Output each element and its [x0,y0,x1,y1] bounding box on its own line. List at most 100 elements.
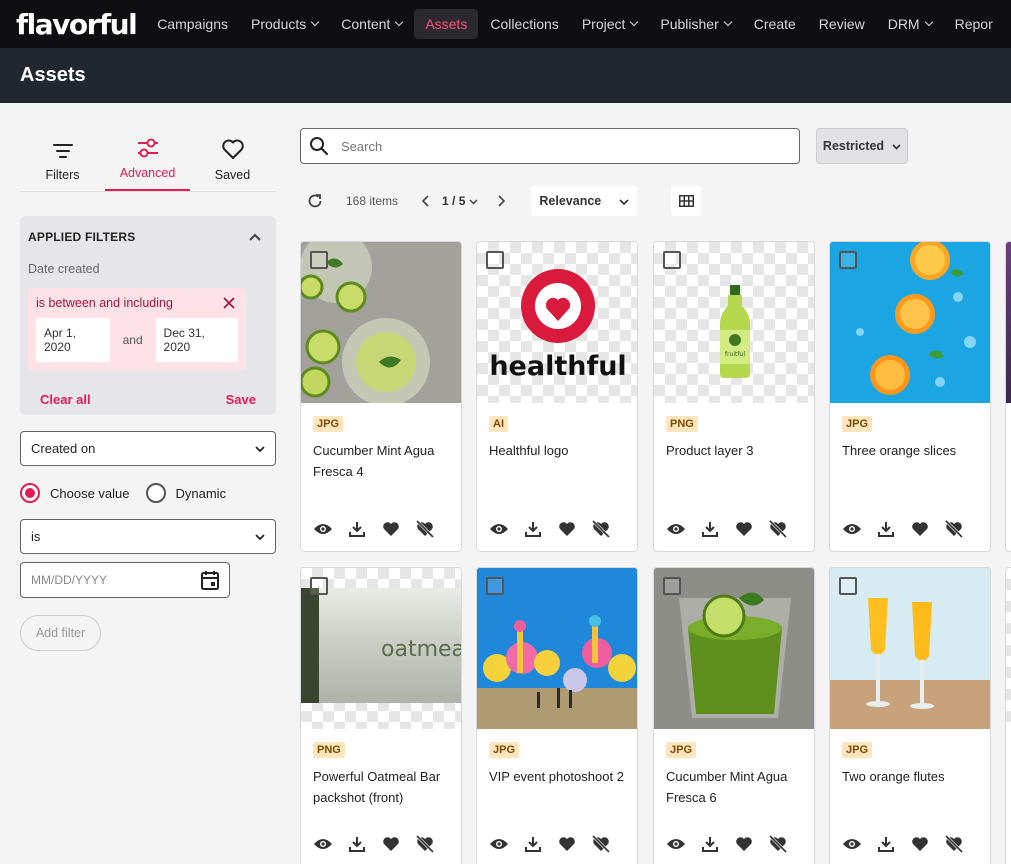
asset-card[interactable]: JPG VIP event photoshoot 2 [476,567,638,864]
favorite-heart-icon[interactable] [557,519,577,539]
grid-view-toggle[interactable] [671,186,702,216]
asset-title[interactable]: Cucumber Mint Agua Fresca 6 [666,766,806,808]
asset-title[interactable]: Healthful logo [489,440,629,461]
chevron-up-icon[interactable] [248,232,262,242]
asset-card[interactable]: JPG Cucumber Mint Agua Fresca 6 [653,567,815,864]
asset-title[interactable]: VIP event photoshoot 2 [489,766,629,787]
nav-item-project[interactable]: Project [571,9,649,39]
filter-to-date[interactable]: Dec 31, 2020 [155,318,238,362]
radio-choose-value[interactable] [20,483,40,503]
asset-card[interactable]: JPG Two orange flutes [829,567,991,864]
asset-title[interactable]: Three orange slices [842,440,982,461]
asset-card[interactable]: oatmea PNG Powerful Oatmeal Bar packshot… [300,567,462,864]
select-checkbox[interactable] [839,577,857,595]
preview-icon[interactable] [313,519,333,539]
favorite-heart-icon[interactable] [910,519,930,539]
nav-item-collections[interactable]: Collections [479,9,569,39]
asset-title[interactable]: Cucumber Mint Agua Fresca 4 [313,440,453,482]
tab-advanced[interactable]: Advanced [105,128,190,191]
dislike-heart-icon[interactable] [944,834,964,854]
select-checkbox[interactable] [839,251,857,269]
nav-item-campaigns[interactable]: Campaigns [146,9,239,39]
asset-card[interactable]: fruitful PNG Product layer 3 [653,241,815,552]
download-icon[interactable] [700,519,720,539]
dislike-heart-icon[interactable] [768,834,788,854]
asset-thumbnail[interactable] [1006,242,1011,403]
download-icon[interactable] [347,834,367,854]
nav-item-publisher[interactable]: Publisher [649,9,741,39]
asset-title[interactable]: Product layer 3 [666,440,806,461]
asset-card-partial[interactable] [1005,241,1011,552]
preview-icon[interactable] [666,834,686,854]
asset-card[interactable]: JPG Cucumber Mint Agua Fresca 4 [300,241,462,552]
search-input[interactable] [341,138,761,154]
field-select[interactable]: Created on [20,431,276,466]
asset-thumbnail[interactable]: oatmea [301,568,461,729]
dislike-heart-icon[interactable] [591,519,611,539]
preview-icon[interactable] [489,519,509,539]
favorite-heart-icon[interactable] [910,834,930,854]
asset-title[interactable]: Powerful Oatmeal Bar packshot (front) [313,766,453,808]
asset-thumbnail[interactable] [1006,568,1011,729]
date-input[interactable]: MM/DD/YYYY [20,562,230,598]
preview-icon[interactable] [666,519,686,539]
favorite-heart-icon[interactable] [557,834,577,854]
save-filter-button[interactable]: Save [226,392,256,407]
page-indicator[interactable]: 1 / 5 [442,194,465,208]
preview-icon[interactable] [842,834,862,854]
select-checkbox[interactable] [486,251,504,269]
nav-item-reports[interactable]: Repor [944,9,1004,39]
favorite-heart-icon[interactable] [734,519,754,539]
preview-icon[interactable] [842,519,862,539]
asset-thumbnail[interactable]: healthful [477,242,637,403]
download-icon[interactable] [523,519,543,539]
select-checkbox[interactable] [663,251,681,269]
filter-from-date[interactable]: Apr 1, 2020 [36,318,110,362]
chevron-left-icon[interactable] [421,195,431,207]
select-checkbox[interactable] [663,577,681,595]
nav-item-assets[interactable]: Assets [414,9,479,39]
radio-dynamic[interactable] [145,483,166,503]
preview-icon[interactable] [313,834,333,854]
chevron-right-icon[interactable] [496,195,506,207]
favorite-heart-icon[interactable] [381,519,401,539]
dislike-heart-icon[interactable] [591,834,611,854]
dislike-heart-icon[interactable] [768,519,788,539]
select-checkbox[interactable] [310,577,328,595]
search-box[interactable] [300,128,800,164]
download-icon[interactable] [700,834,720,854]
nav-item-drm[interactable]: DRM [877,9,943,39]
asset-card[interactable]: JPG Three orange slices [829,241,991,552]
tab-filters[interactable]: Filters [20,128,105,191]
favorite-heart-icon[interactable] [734,834,754,854]
asset-thumbnail[interactable] [477,568,637,729]
close-icon[interactable] [223,297,235,309]
nav-item-products[interactable]: Products [240,9,329,39]
download-icon[interactable] [876,519,896,539]
add-filter-button[interactable]: Add filter [20,615,101,651]
nav-item-review[interactable]: Review [808,9,876,39]
asset-thumbnail[interactable]: fruitful [654,242,814,403]
restricted-dropdown[interactable]: Restricted [816,128,908,164]
calendar-icon[interactable] [201,570,219,590]
asset-card-partial[interactable] [1005,567,1011,864]
nav-item-create[interactable]: Create [743,9,807,39]
favorite-heart-icon[interactable] [381,834,401,854]
download-icon[interactable] [523,834,543,854]
nav-item-content[interactable]: Content [330,9,413,39]
dislike-heart-icon[interactable] [415,519,435,539]
asset-title[interactable]: Two orange flutes [842,766,982,787]
download-icon[interactable] [347,519,367,539]
dislike-heart-icon[interactable] [415,834,435,854]
asset-card[interactable]: healthful AI Healthful logo [476,241,638,552]
asset-thumbnail[interactable] [830,568,990,729]
download-icon[interactable] [876,834,896,854]
select-checkbox[interactable] [486,577,504,595]
operator-select[interactable]: is [20,519,276,554]
dislike-heart-icon[interactable] [944,519,964,539]
sort-dropdown[interactable]: Relevance [531,186,638,216]
preview-icon[interactable] [489,834,509,854]
asset-thumbnail[interactable] [654,568,814,729]
asset-thumbnail[interactable] [301,242,461,403]
refresh-icon[interactable] [307,193,323,209]
